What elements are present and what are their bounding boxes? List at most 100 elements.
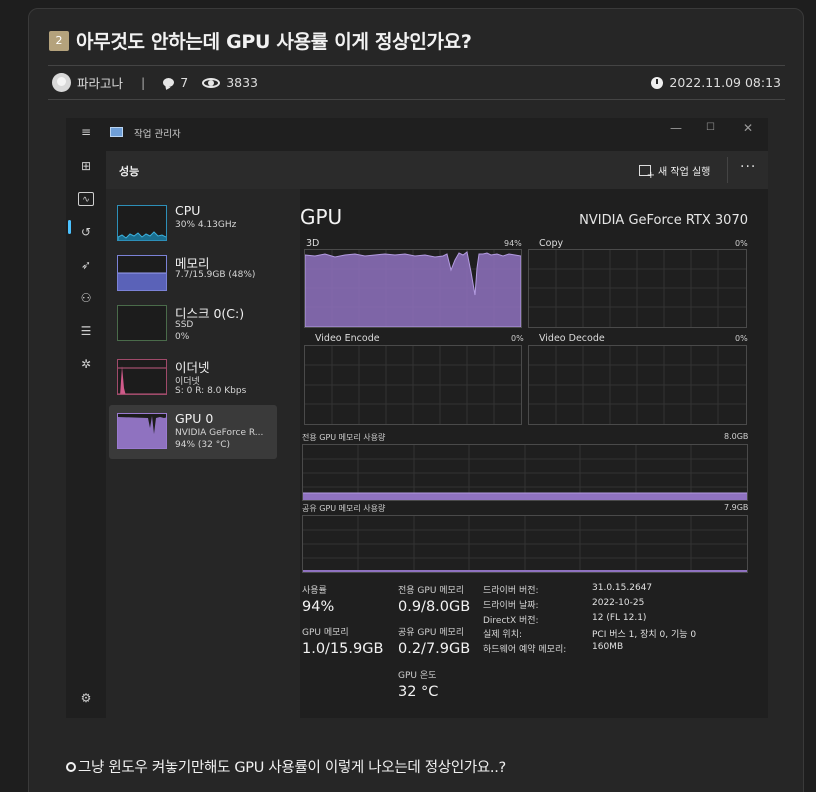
settings-gear-icon: ⚙	[80, 691, 92, 705]
comment-count: 7	[180, 75, 189, 90]
device-detail: 30% 4.13GHz	[175, 220, 237, 230]
meta-separator: |	[141, 75, 146, 90]
device-list: CPU 30% 4.13GHz 메모리 7.7/15.9GB (48%) 디스크…	[106, 189, 300, 718]
graph-copy-label: Copy	[539, 238, 564, 249]
header-divider	[727, 157, 728, 183]
graph-shared-memory	[302, 515, 748, 573]
users-icon: ⚇	[80, 291, 92, 305]
info-value: 31.0.15.2647	[592, 583, 653, 593]
tm-window-title: 작업 관리자	[134, 129, 181, 140]
device-detail: SSD	[175, 320, 194, 330]
device-item-cpu: CPU 30% 4.13GHz	[109, 197, 277, 251]
post-number-badge: 2	[49, 30, 69, 51]
post-meta-bar: 파라고나 | 7 3833 2022.11.09 08:13	[48, 65, 785, 100]
task-manager-app-icon	[110, 127, 123, 137]
graph-encode-pct: 0%	[511, 334, 524, 343]
gpu-memory-value: 1.0/15.9GB	[302, 641, 384, 657]
new-task-button: 새 작업 실행	[639, 163, 711, 181]
usage-label: 사용률	[302, 586, 327, 596]
minimize-icon: —	[670, 121, 682, 135]
device-detail-2: 0%	[175, 332, 190, 342]
graph-3d	[304, 249, 522, 328]
graph-decode-pct: 0%	[735, 334, 748, 343]
graph-dedicated-label: 전용 GPU 메모리 사용량	[302, 433, 386, 442]
post-date: 2022.11.09 08:13	[651, 75, 781, 90]
graph-dedicated-memory	[302, 444, 748, 501]
tm-titlebar: ≡ 작업 관리자 — ☐ ✕	[66, 118, 768, 146]
clock-icon	[651, 76, 664, 89]
device-item-disk: 디스크 0(C:) SSD 0%	[109, 297, 277, 351]
post-title-text: 아무것도 안하는데 GPU 사용률 이게 정상인가요?	[76, 31, 472, 53]
eye-icon	[202, 77, 221, 88]
info-key: 드라이버 날짜:	[483, 601, 539, 611]
maximize-icon: ☐	[706, 122, 715, 133]
tm-header: 성능 새 작업 실행 ···	[106, 151, 768, 189]
gpu-model: NVIDIA GeForce RTX 3070	[579, 213, 748, 228]
new-task-label: 새 작업 실행	[658, 167, 711, 178]
view-count: 3833	[226, 75, 258, 90]
device-name: CPU	[175, 203, 201, 218]
device-name: GPU 0	[175, 411, 214, 426]
info-value: PCI 버스 1, 장치 0, 기능 0	[592, 630, 697, 640]
graph-encode-label: Video Encode	[315, 333, 380, 344]
info-key: DirectX 버전:	[483, 616, 539, 626]
info-key: 실제 위치:	[483, 630, 523, 640]
dedicated-memory-label: 전용 GPU 메모리	[398, 586, 465, 596]
hamburger-menu-icon: ≡	[80, 125, 92, 139]
info-value: 160MB	[592, 642, 624, 652]
info-value: 2022-10-25	[592, 598, 645, 608]
device-item-memory: 메모리 7.7/15.9GB (48%)	[109, 247, 277, 301]
ethernet-thumbnail	[117, 359, 167, 395]
graph-video-encode	[304, 345, 522, 425]
task-manager-screenshot: ≡ 작업 관리자 — ☐ ✕ ⊞ ∿ ↺ ➶ ⚇ ☰ ✲ ⚙ 성능 새 작업 실…	[66, 118, 768, 718]
device-item-gpu: GPU 0 NVIDIA GeForce R... 94% (32 °C)	[109, 405, 277, 459]
details-icon: ☰	[80, 324, 92, 338]
services-icon: ✲	[80, 357, 92, 371]
gpu-temp-value: 32 °C	[398, 684, 439, 700]
info-key: 하드웨어 예약 메모리:	[483, 645, 567, 655]
gpu-title: GPU	[300, 205, 343, 229]
post-body-text: 그냥 윈도우 켜놓기만해도 GPU 사용률이 이렇게 나오는데 정상인가요..?	[78, 760, 506, 776]
graph-dedicated-max: 8.0GB	[724, 432, 749, 441]
gpu-temp-label: GPU 온도	[398, 671, 437, 681]
post-date-text: 2022.11.09 08:13	[669, 75, 781, 90]
new-task-icon	[639, 165, 655, 181]
app-history-icon: ↺	[80, 225, 92, 239]
performance-icon: ∿	[78, 192, 94, 206]
rail-active-indicator	[68, 220, 71, 234]
usage-value: 94%	[302, 599, 335, 615]
shared-memory-value: 0.2/7.9GB	[398, 641, 471, 657]
gpu-thumbnail	[117, 413, 167, 449]
author-name[interactable]: 파라고나	[77, 73, 123, 92]
device-detail-2: S: 0 R: 8.0 Kbps	[175, 386, 247, 396]
post-body: 그냥 윈도우 켜놓기만해도 GPU 사용률이 이렇게 나오는데 정상인가요..?	[66, 756, 506, 777]
gpu-memory-label: GPU 메모리	[302, 628, 349, 638]
avatar[interactable]	[52, 73, 71, 92]
graph-shared-label: 공유 GPU 메모리 사용량	[302, 504, 386, 513]
device-item-ethernet: 이더넷 이더넷 S: 0 R: 8.0 Kbps	[109, 351, 277, 405]
graph-shared-max: 7.9GB	[724, 503, 749, 512]
disk-thumbnail	[117, 305, 167, 341]
gpu-detail-panel: GPU NVIDIA GeForce RTX 3070 3D 94% Copy …	[300, 189, 768, 718]
device-detail: NVIDIA GeForce R...	[175, 428, 264, 438]
graph-decode-label: Video Decode	[539, 333, 605, 344]
graph-3d-pct: 94%	[504, 239, 522, 248]
dedicated-memory-value: 0.9/8.0GB	[398, 599, 471, 615]
graph-video-decode	[528, 345, 747, 425]
info-key: 드라이버 버전:	[483, 586, 539, 596]
section-title: 성능	[119, 165, 140, 178]
more-options-icon: ···	[740, 159, 757, 175]
tm-nav-rail: ⊞ ∿ ↺ ➶ ⚇ ☰ ✲ ⚙	[66, 146, 106, 718]
info-value: 12 (FL 12.1)	[592, 613, 647, 623]
processes-icon: ⊞	[80, 159, 92, 173]
shared-memory-label: 공유 GPU 메모리	[398, 628, 465, 638]
post-title: 2 아무것도 안하는데 GPU 사용률 이게 정상인가요?	[49, 27, 472, 54]
memory-thumbnail	[117, 255, 167, 291]
circle-bullet-icon	[66, 761, 76, 772]
comment-icon	[163, 78, 175, 87]
close-icon: ✕	[743, 121, 754, 135]
graph-copy-pct: 0%	[735, 239, 748, 248]
graph-copy	[528, 249, 747, 328]
device-detail: 7.7/15.9GB (48%)	[175, 270, 256, 280]
graph-3d-label: 3D	[306, 238, 320, 249]
